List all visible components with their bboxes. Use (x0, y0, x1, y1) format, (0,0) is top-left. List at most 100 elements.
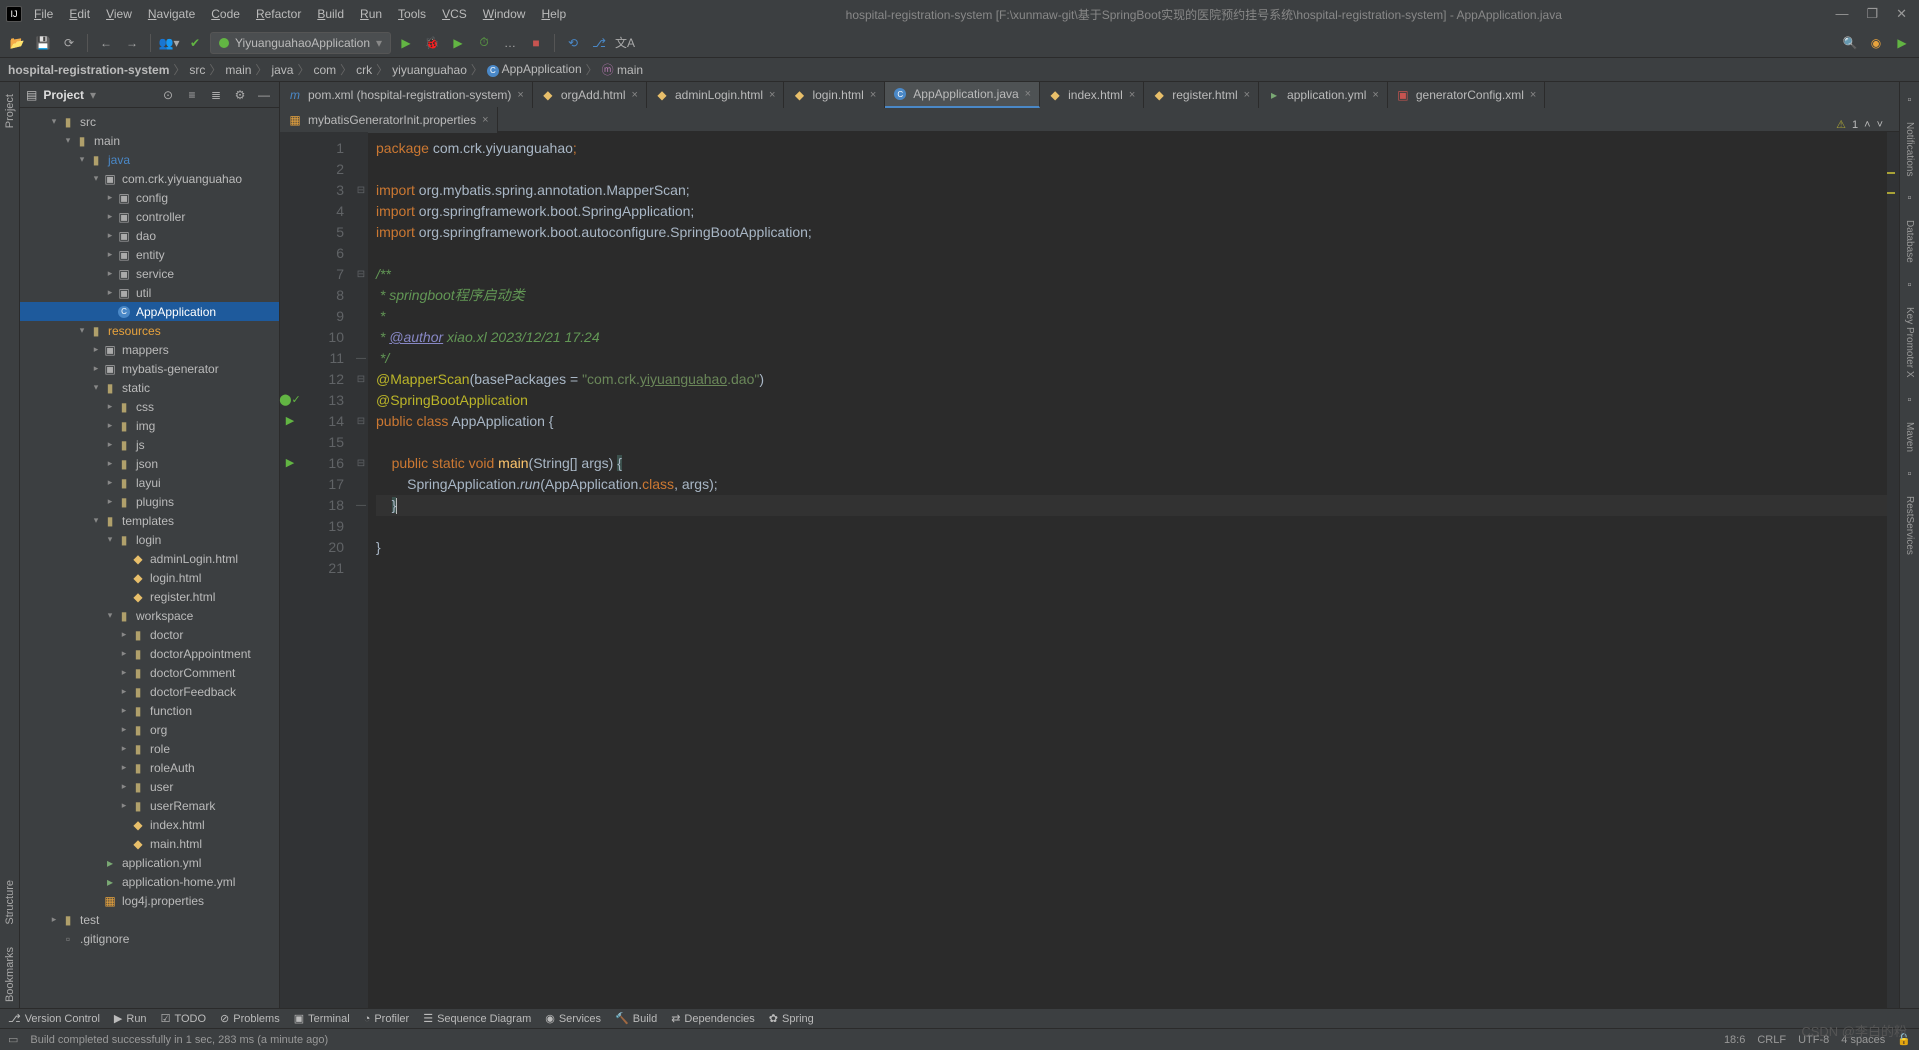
tree-item-templates[interactable]: ▾▮templates (20, 511, 279, 530)
tree-item-workspace[interactable]: ▾▮workspace (20, 606, 279, 625)
run-config-selector[interactable]: YiyuanguahaoApplication ▾ (210, 32, 391, 54)
structure-stripe-button[interactable]: Structure (2, 874, 18, 931)
menu-file[interactable]: File (28, 5, 59, 23)
code-line-17[interactable]: SpringApplication.run(AppApplication.cla… (376, 474, 1887, 495)
code-line-11[interactable]: */ (376, 348, 1887, 369)
tree-item-user[interactable]: ▸▮user (20, 777, 279, 796)
menu-code[interactable]: Code (205, 5, 246, 23)
tab-login-html[interactable]: ◆login.html× (784, 82, 885, 108)
tree-item-js[interactable]: ▸▮js (20, 435, 279, 454)
error-stripe[interactable] (1887, 132, 1899, 1008)
code-line-20[interactable]: } (376, 537, 1887, 558)
save-icon[interactable]: 💾 (32, 32, 54, 54)
menu-vcs[interactable]: VCS (436, 5, 473, 23)
tree-item-test[interactable]: ▸▮test (20, 910, 279, 929)
code-line-12[interactable]: @MapperScan(basePackages = "com.crk.yiyu… (376, 369, 1887, 390)
prev-highlight-icon[interactable]: ˄ (1864, 119, 1870, 131)
code-line-18[interactable]: } (376, 495, 1887, 516)
tab-close-icon[interactable]: × (1025, 88, 1031, 100)
tree-item-main-html[interactable]: ◆main.html (20, 834, 279, 853)
status-popup-icon[interactable]: ▭ (8, 1033, 18, 1046)
breadcrumb-item[interactable]: hospital-registration-system (8, 63, 169, 77)
tree-item-json[interactable]: ▸▮json (20, 454, 279, 473)
code-line-16[interactable]: public static void main(String[] args) { (376, 453, 1887, 474)
tree-item-src[interactable]: ▾▮src (20, 112, 279, 131)
code-line-6[interactable] (376, 243, 1887, 264)
tab-close-icon[interactable]: × (1530, 89, 1536, 101)
tool-profiler[interactable]: ◔Profiler (364, 1013, 410, 1025)
tree-item-register-html[interactable]: ◆register.html (20, 587, 279, 606)
bookmarks-stripe-button[interactable]: Bookmarks (2, 941, 18, 1008)
forward-icon[interactable]: → (121, 32, 143, 54)
tree-item-adminlogin-html[interactable]: ◆adminLogin.html (20, 549, 279, 568)
menu-tools[interactable]: Tools (392, 5, 432, 23)
tree-item-dao[interactable]: ▸▣dao (20, 226, 279, 245)
tab-close-icon[interactable]: × (1244, 89, 1250, 101)
code-line-2[interactable] (376, 159, 1887, 180)
users-icon[interactable]: 👥▾ (158, 32, 180, 54)
menu-edit[interactable]: Edit (63, 5, 96, 23)
hide-icon[interactable]: — (255, 86, 273, 104)
code-line-1[interactable]: package com.crk.yiyuanguahao; (376, 138, 1887, 159)
inspections-widget[interactable]: ⚠ 1 ˄ ˅ (1836, 118, 1883, 131)
code-line-4[interactable]: import org.springframework.boot.SpringAp… (376, 201, 1887, 222)
tree-item-com-crk-yiyuanguahao[interactable]: ▾▣com.crk.yiyuanguahao (20, 169, 279, 188)
tree-item-entity[interactable]: ▸▣entity (20, 245, 279, 264)
tree-item-resources[interactable]: ▾▮resources (20, 321, 279, 340)
tree-item-application-home-yml[interactable]: ▸application-home.yml (20, 872, 279, 891)
sync-icon[interactable]: ⟳ (58, 32, 80, 54)
code-line-13[interactable]: @SpringBootApplication (376, 390, 1887, 411)
menu-navigate[interactable]: Navigate (142, 5, 201, 23)
tab-close-icon[interactable]: × (1372, 89, 1378, 101)
tab-adminlogin-html[interactable]: ◆adminLogin.html× (647, 82, 785, 108)
tab-register-html[interactable]: ◆register.html× (1144, 82, 1259, 108)
right-stripe-notifications[interactable]: Notifications (1904, 122, 1915, 176)
tree-item-mappers[interactable]: ▸▣mappers (20, 340, 279, 359)
tool-spring[interactable]: ✿Spring (769, 1012, 814, 1025)
menu-view[interactable]: View (100, 5, 138, 23)
stop-button[interactable]: ■ (525, 32, 547, 54)
tab-close-icon[interactable]: × (482, 114, 488, 126)
tree-item-appapplication[interactable]: CAppApplication (20, 302, 279, 321)
tool-dependencies[interactable]: ⇄Dependencies (671, 1012, 755, 1025)
vcs-check-icon[interactable]: ✔ (184, 32, 206, 54)
code-line-14[interactable]: public class AppApplication { (376, 411, 1887, 432)
tree-item-userremark[interactable]: ▸▮userRemark (20, 796, 279, 815)
tree-item-service[interactable]: ▸▣service (20, 264, 279, 283)
chevron-down-icon[interactable]: ▾ (90, 88, 96, 102)
menu-build[interactable]: Build (311, 5, 350, 23)
tree-item-login-html[interactable]: ◆login.html (20, 568, 279, 587)
code-line-10[interactable]: * @author xiao.xl 2023/12/21 17:24 (376, 327, 1887, 348)
tool-version-control[interactable]: ⎇Version Control (8, 1012, 100, 1025)
tree-item-index-html[interactable]: ◆index.html (20, 815, 279, 834)
translate-icon[interactable]: 文A (614, 32, 636, 54)
tree-item-function[interactable]: ▸▮function (20, 701, 279, 720)
breadcrumb-item[interactable]: java (271, 63, 293, 77)
tree-item--gitignore[interactable]: ▫.gitignore (20, 929, 279, 948)
breadcrumb-item[interactable]: ⓜ main (602, 61, 643, 78)
tree-item-static[interactable]: ▾▮static (20, 378, 279, 397)
profile-button[interactable]: ⏱ (473, 32, 495, 54)
close-icon[interactable]: ✕ (1896, 6, 1907, 22)
tree-item-doctorfeedback[interactable]: ▸▮doctorFeedback (20, 682, 279, 701)
breadcrumb-item[interactable]: crk (356, 63, 372, 77)
gutter-icons[interactable]: ⬤✓▶▶ (280, 132, 300, 1008)
debug-button[interactable]: 🐞 (421, 32, 443, 54)
tool-terminal[interactable]: ▣Terminal (294, 1012, 350, 1025)
tab-close-icon[interactable]: × (517, 89, 523, 101)
menu-refactor[interactable]: Refactor (250, 5, 307, 23)
tab-close-icon[interactable]: × (870, 89, 876, 101)
menu-help[interactable]: Help (535, 5, 572, 23)
right-stripe-maven[interactable]: Maven (1904, 422, 1915, 452)
tree-item-java[interactable]: ▾▮java (20, 150, 279, 169)
tree-item-login[interactable]: ▾▮login (20, 530, 279, 549)
tool-services[interactable]: ◉Services (545, 1012, 601, 1025)
code-line-21[interactable] (376, 558, 1887, 579)
tree-item-img[interactable]: ▸▮img (20, 416, 279, 435)
search-icon[interactable]: 🔍 (1839, 32, 1861, 54)
tab-application-yml[interactable]: ▸application.yml× (1259, 82, 1388, 108)
maximize-icon[interactable]: ❐ (1866, 6, 1878, 22)
tab-pom-xml-hospital-registration-system-[interactable]: mpom.xml (hospital-registration-system)× (280, 82, 533, 108)
fold-column[interactable]: ⊟⊟—⊟⊟⊟— (354, 132, 368, 1008)
run-button[interactable]: ▶ (395, 32, 417, 54)
